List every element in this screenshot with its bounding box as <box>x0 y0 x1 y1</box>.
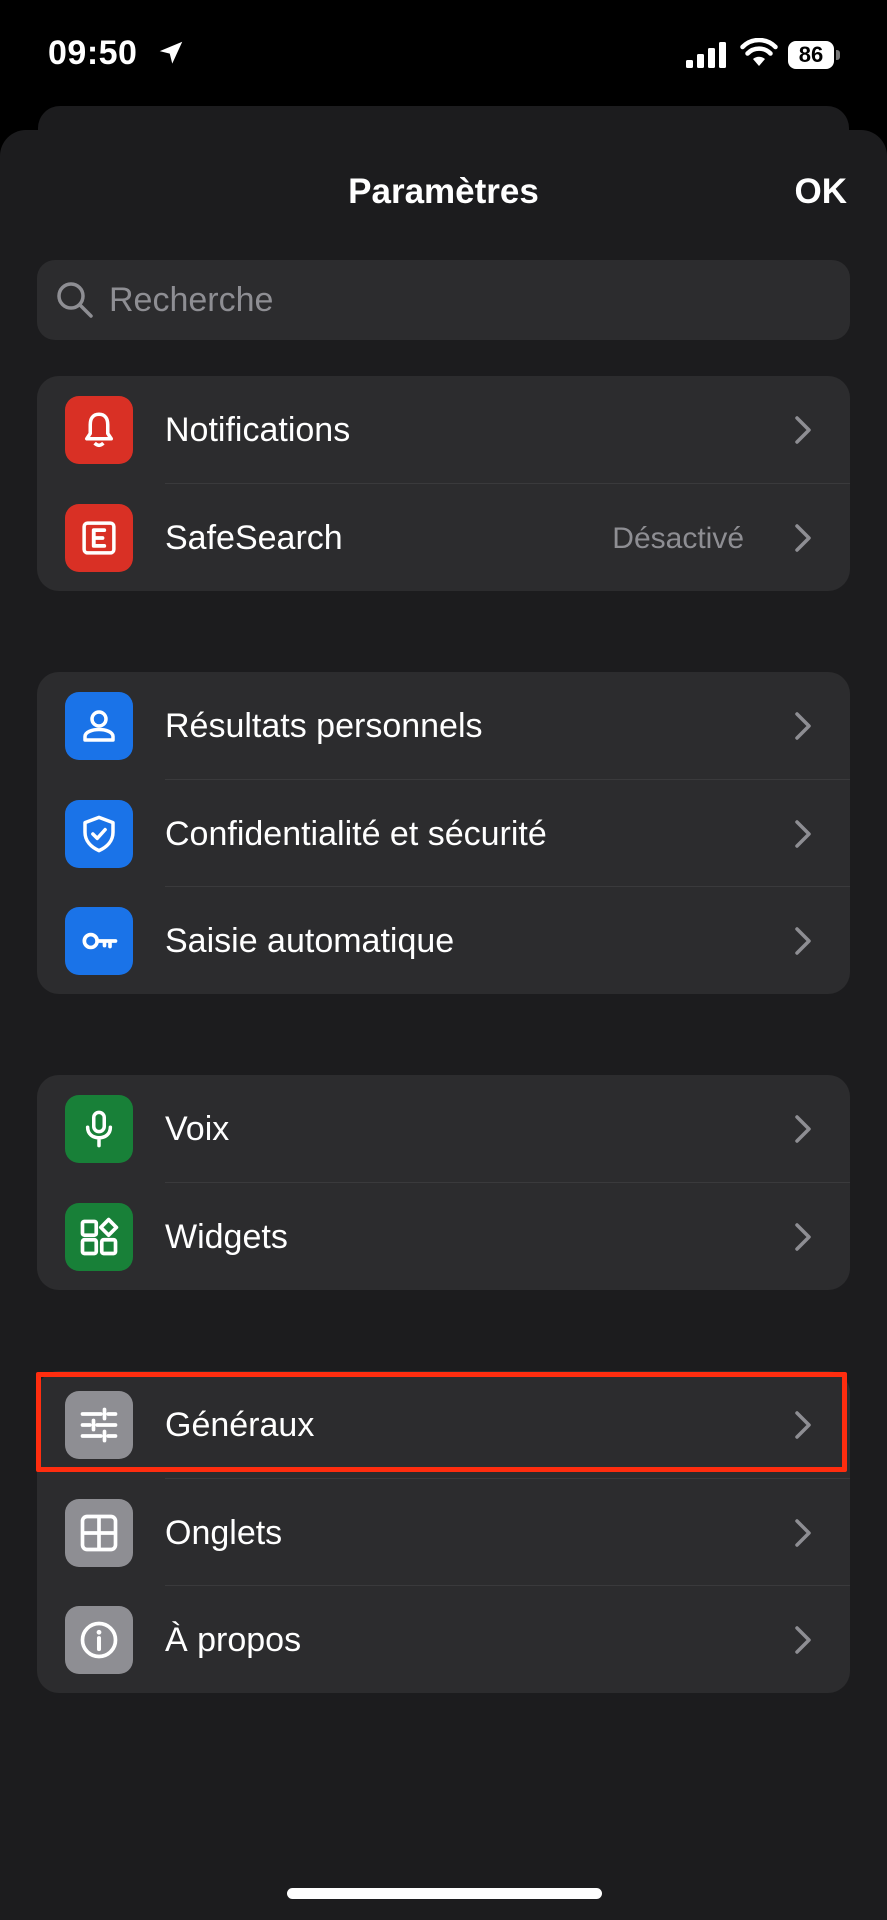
chevron-right-icon <box>795 416 811 444</box>
row-label: Confidentialité et sécurité <box>165 814 547 853</box>
row-label: À propos <box>165 1621 302 1659</box>
home-indicator <box>287 1888 602 1899</box>
chevron-right-icon <box>795 523 811 552</box>
sliders-icon <box>65 1391 133 1459</box>
settings-group-alerts: Notifications SafeSearch Désactivé <box>37 376 850 591</box>
search-placeholder: Recherche <box>109 281 274 319</box>
search-icon <box>57 282 93 318</box>
battery-level: 86 <box>788 41 834 69</box>
ok-button[interactable]: OK <box>795 172 848 212</box>
cellular-signal-icon <box>686 42 726 68</box>
widgets-icon <box>65 1202 133 1271</box>
chevron-right-icon <box>795 712 811 740</box>
status-bar: 09:50 86 <box>0 0 887 110</box>
status-time: 09:50 <box>48 34 138 72</box>
search-field[interactable]: Recherche <box>37 260 850 340</box>
key-icon <box>65 907 133 975</box>
chevron-right-icon <box>795 1115 811 1143</box>
battery-tip <box>836 50 840 60</box>
settings-group-privacy: Résultats personnels Confidentialité et … <box>37 672 850 994</box>
row-about[interactable]: À propos <box>37 1586 850 1693</box>
row-widgets[interactable]: Widgets <box>37 1183 850 1291</box>
tabs-grid-icon <box>65 1498 133 1567</box>
info-icon <box>65 1606 133 1674</box>
settings-group-voice-widgets: Voix Widgets <box>37 1075 850 1290</box>
row-label: Saisie automatique <box>165 922 455 960</box>
row-notifications[interactable]: Notifications <box>37 376 850 484</box>
row-label: Notifications <box>165 411 351 449</box>
chevron-right-icon <box>795 819 811 848</box>
row-general[interactable]: Généraux <box>37 1371 850 1479</box>
page-title: Paramètres <box>348 172 539 211</box>
row-label: Onglets <box>165 1513 283 1552</box>
safesearch-e-icon <box>65 503 133 572</box>
chevron-right-icon <box>795 927 811 955</box>
row-autofill[interactable]: Saisie automatique <box>37 887 850 994</box>
location-arrow-icon <box>159 41 183 64</box>
row-label: Résultats personnels <box>165 707 483 745</box>
row-privacy-security[interactable]: Confidentialité et sécurité <box>37 780 850 887</box>
chevron-right-icon <box>795 1626 811 1654</box>
chevron-right-icon <box>795 1518 811 1547</box>
bell-icon <box>65 396 133 464</box>
shield-check-icon <box>65 799 133 868</box>
row-label: Widgets <box>165 1217 288 1256</box>
microphone-icon <box>65 1095 133 1163</box>
battery-indicator: 86 <box>788 41 840 69</box>
row-personal-results[interactable]: Résultats personnels <box>37 672 850 780</box>
wifi-icon <box>740 38 778 66</box>
row-voice[interactable]: Voix <box>37 1075 850 1183</box>
row-tabs[interactable]: Onglets <box>37 1479 850 1586</box>
row-label: Voix <box>165 1110 230 1148</box>
settings-group-general: Généraux Onglets À propos <box>37 1371 850 1693</box>
row-label: SafeSearch <box>165 518 343 557</box>
chevron-right-icon <box>795 1222 811 1251</box>
chevron-right-icon <box>795 1411 811 1439</box>
row-value: Désactivé <box>612 521 744 555</box>
row-safesearch[interactable]: SafeSearch Désactivé <box>37 484 850 592</box>
person-icon <box>65 692 133 760</box>
row-label: Généraux <box>165 1406 315 1444</box>
